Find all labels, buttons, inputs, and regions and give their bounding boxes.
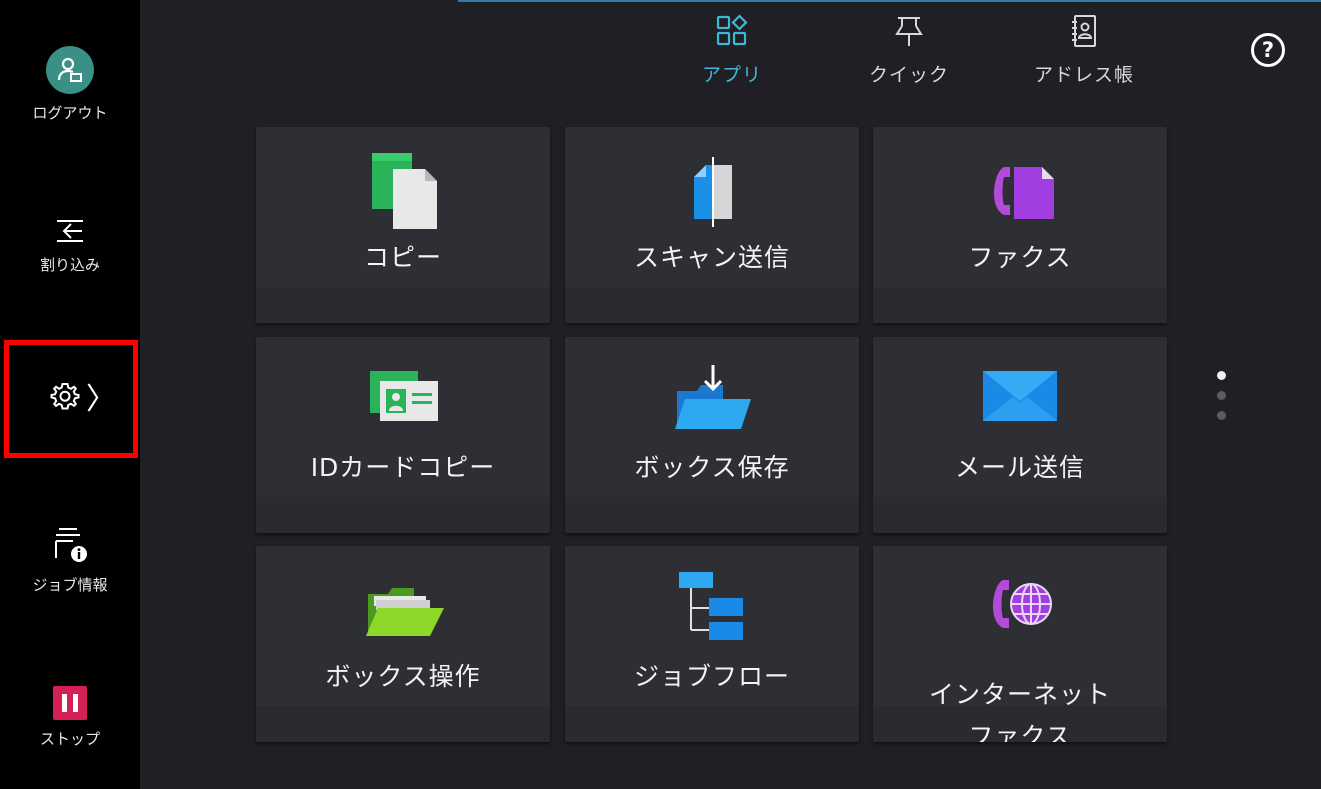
job-info-label: ジョブ情報 [32, 576, 108, 594]
page-dot-3 [1217, 411, 1226, 420]
device-settings-button[interactable]: 〉 [50, 370, 130, 422]
scan-send-icon [565, 149, 859, 229]
stop-button[interactable]: ストップ [0, 686, 140, 749]
progress-line [458, 0, 1321, 2]
app-label-line2: ファクス [968, 722, 1072, 742]
fax-icon [873, 149, 1167, 229]
app-tile-mail-send[interactable]: メール送信 [873, 337, 1167, 533]
box-save-icon [565, 359, 859, 439]
tab-quick[interactable]: クイック [829, 14, 989, 87]
gear-icon [50, 383, 80, 410]
app-label: ジョブフロー [633, 662, 790, 691]
app-label: ファクス [968, 243, 1072, 272]
app-tile-box-save[interactable]: ボックス保存 [565, 337, 859, 533]
app-label: コピー [363, 243, 442, 272]
copy-icon [256, 149, 550, 229]
apps-grid-icon [716, 14, 748, 46]
interrupt-button[interactable]: 割り込み [0, 216, 140, 275]
mail-send-icon [873, 359, 1167, 439]
page-indicator[interactable] [1214, 367, 1228, 423]
sidebar: ログアウト 割り込み 〉 ジョブ情報 ストップ [0, 0, 140, 789]
app-label: メール送信 [954, 453, 1085, 482]
logout-button[interactable]: ログアウト [0, 46, 140, 123]
settings-chevron-icon: 〉 [86, 382, 116, 417]
box-operation-icon [256, 568, 550, 648]
app-label: IDカードコピー [310, 453, 496, 482]
app-tile-fax[interactable]: ファクス [873, 127, 1167, 323]
app-tile-scan-send[interactable]: スキャン送信 [565, 127, 859, 323]
tab-apps-label: アプリ [701, 64, 762, 86]
tab-quick-label: クイック [868, 64, 949, 86]
app-tile-box-operation[interactable]: ボックス操作 [256, 546, 550, 742]
app-label: ボックス操作 [325, 662, 481, 691]
tab-address-book[interactable]: アドレス帳 [1004, 14, 1164, 87]
id-card-copy-icon [256, 359, 550, 439]
help-button[interactable]: ? [1251, 33, 1285, 67]
pin-icon [895, 17, 923, 46]
stop-label: ストップ [39, 730, 100, 748]
app-label: スキャン送信 [633, 243, 790, 272]
job-flow-icon [565, 568, 859, 648]
app-label: ボックス保存 [634, 453, 790, 482]
internet-fax-icon [873, 568, 1167, 648]
app-tile-id-card-copy[interactable]: IDカードコピー [256, 337, 550, 533]
address-book-icon [1072, 15, 1096, 47]
app-label: インターネット ファクス [873, 674, 1167, 742]
interrupt-icon [57, 220, 83, 242]
interrupt-label: 割り込み [39, 256, 100, 274]
app-label-line1: インターネット [928, 680, 1111, 709]
pause-icon [53, 686, 87, 720]
tab-apps[interactable]: アプリ [652, 14, 812, 87]
page-dot-2 [1217, 391, 1226, 400]
app-tile-internet-fax[interactable]: インターネット ファクス [873, 546, 1167, 742]
help-icon: ? [1261, 38, 1275, 62]
job-info-icon [55, 528, 87, 562]
page-dot-1 [1217, 371, 1226, 380]
app-tile-copy[interactable]: コピー [256, 127, 550, 323]
tab-address-book-label: アドレス帳 [1033, 64, 1134, 86]
logout-icon [46, 46, 94, 94]
app-tile-job-flow[interactable]: ジョブフロー [565, 546, 859, 742]
job-info-button[interactable]: ジョブ情報 [0, 524, 140, 595]
logout-label: ログアウト [32, 104, 108, 122]
